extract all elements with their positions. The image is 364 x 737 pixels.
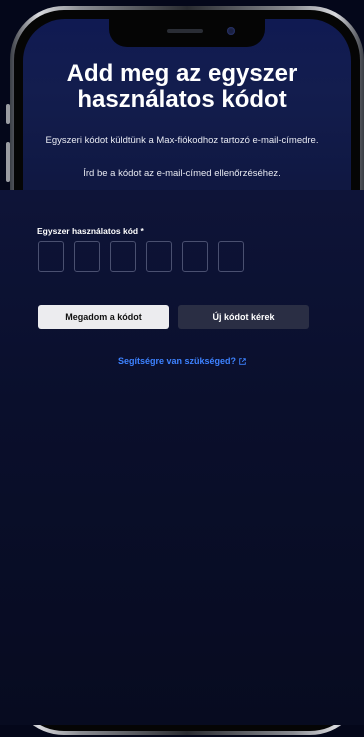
otp-digit-2[interactable]: [74, 241, 100, 272]
otp-digit-5[interactable]: [182, 241, 208, 272]
otp-digit-3[interactable]: [110, 241, 136, 272]
otp-digit-4[interactable]: [146, 241, 172, 272]
phone-notch: [109, 19, 265, 47]
front-camera-icon: [227, 27, 235, 35]
resend-code-button[interactable]: Új kódot kérek: [178, 305, 309, 329]
external-link-icon: [239, 358, 246, 365]
speaker-grille: [167, 29, 203, 33]
otp-input-group: [38, 241, 244, 272]
otp-digit-6[interactable]: [218, 241, 244, 272]
page-title: Add meg az egyszer használatos kódot: [66, 60, 298, 113]
otp-label: Egyszer használatos kód *: [37, 226, 144, 236]
submit-code-button[interactable]: Megadom a kódot: [38, 305, 169, 329]
help-link[interactable]: Segítségre van szükséged?: [0, 356, 364, 366]
help-link-label: Segítségre van szükséged?: [117, 356, 237, 366]
page-subtitle: Egyszeri kódot küldtünk a Max-fiókodhoz …: [45, 135, 319, 146]
page-instruction: Írd be a kódot az e-mail-címed ellenőrzé…: [83, 168, 281, 179]
otp-digit-1[interactable]: [38, 241, 64, 272]
